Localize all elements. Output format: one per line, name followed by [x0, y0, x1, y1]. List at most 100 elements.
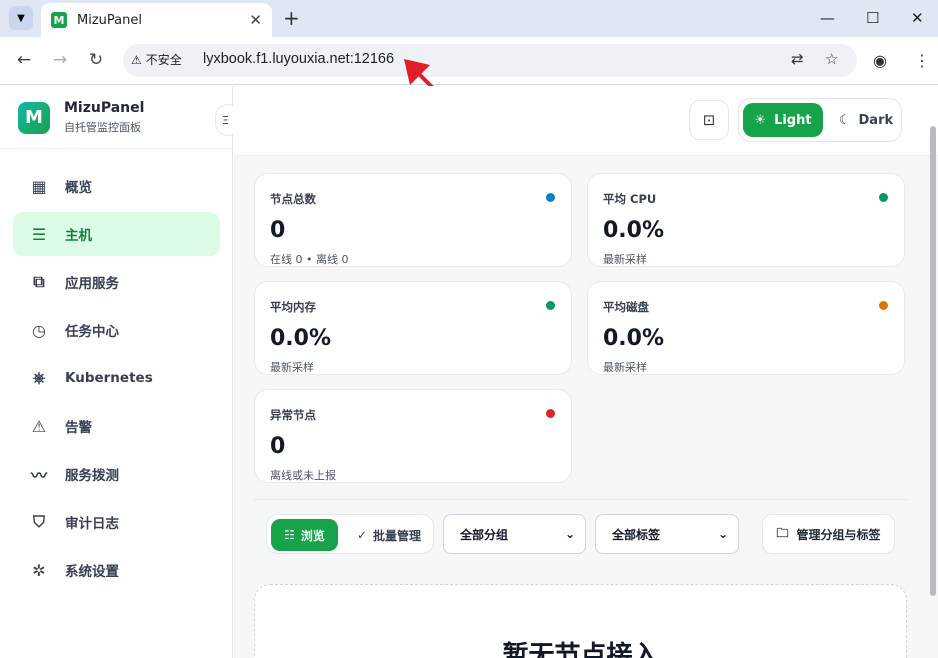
- card-subtitle: 最新采样: [603, 361, 647, 374]
- batch-label: 批量管理: [373, 528, 422, 543]
- card-title: 平均 CPU: [603, 192, 657, 206]
- theme-dark-label: Dark: [858, 112, 894, 128]
- sidebar-item-label: 主机: [65, 228, 92, 244]
- warning-icon: ⚠: [31, 416, 47, 436]
- sidebar-nav: ▦ 概览 ☰ 主机 ⧉ 应用服务 ◷ 任务中心 ⎈ Kubernetes ⚠ 告警 〰 服务拨…: [13, 164, 220, 596]
- translate-icon[interactable]: ⇄: [791, 50, 804, 68]
- reload-icon[interactable]: ↻: [85, 50, 107, 70]
- sidebar-divider: [0, 148, 233, 149]
- sidebar: M MizuPanel 自托管监控面板 Ξ ▦ 概览 ☰ 主机 ⧉ 应用服务 ◷ 任务中…: [0, 86, 241, 658]
- sidebar-item-app-services[interactable]: ⧉ 应用服务: [13, 260, 220, 304]
- security-indicator[interactable]: ⚠ 不安全: [131, 51, 182, 68]
- sidebar-item-overview[interactable]: ▦ 概览: [13, 164, 220, 208]
- group-select-value: 全部分组: [460, 527, 509, 542]
- status-dot: [546, 193, 555, 202]
- sidebar-item-label: 审计日志: [65, 516, 119, 532]
- scroll-thumb[interactable]: [930, 126, 936, 596]
- brand-subtitle: 自托管监控面板: [64, 121, 141, 134]
- status-dot: [546, 301, 555, 310]
- browser-tab-strip: ▼ M MizuPanel ✕ + — ☐ ✕: [0, 0, 938, 37]
- card-value: 0.0%: [603, 326, 665, 351]
- sidebar-item-hosts[interactable]: ☰ 主机: [13, 212, 220, 256]
- card-value: 0.0%: [603, 218, 665, 243]
- robot-icon: ⊡: [702, 111, 716, 129]
- tab-search-button[interactable]: ▼: [9, 6, 33, 30]
- tag-select[interactable]: 全部标签 ⌄: [595, 514, 739, 554]
- insecure-label: 不安全: [145, 53, 182, 67]
- pulse-icon: 〰: [30, 466, 47, 485]
- theme-light-button[interactable]: ☀ Light: [743, 103, 823, 137]
- theme-toggle: ☀ Light ☾ Dark: [738, 98, 902, 142]
- list-icon: ☷: [284, 528, 295, 542]
- status-dot: [879, 301, 888, 310]
- gear-icon: ✲: [32, 560, 46, 580]
- sun-icon: ☀: [754, 112, 767, 128]
- new-tab-button[interactable]: +: [283, 8, 300, 28]
- browse-mode-button[interactable]: ☷ 浏览: [271, 519, 338, 551]
- view-mode-toggle: ☷ 浏览 ✓ 批量管理: [266, 514, 434, 554]
- check-icon: ✓: [356, 528, 368, 542]
- sidebar-item-label: 系统设置: [65, 564, 119, 580]
- robot-button[interactable]: ⊡: [689, 100, 729, 140]
- moon-icon: ☾: [838, 112, 851, 128]
- sidebar-item-audit-log[interactable]: ⛉ 审计日志: [13, 500, 220, 544]
- bookmark-star-icon[interactable]: ☆: [825, 50, 838, 68]
- forward-icon[interactable]: →: [49, 50, 71, 70]
- host-toolbar: ☷ 浏览 ✓ 批量管理 全部分组 ⌄ 全部标签 ⌄ 🗀 管理分组与标签: [254, 513, 907, 557]
- section-divider: [254, 499, 907, 500]
- sidebar-item-alerts[interactable]: ⚠ 告警: [13, 404, 220, 448]
- group-select[interactable]: 全部分组 ⌄: [443, 514, 586, 554]
- mizupanel-favicon: M: [51, 12, 67, 28]
- status-dot: [546, 409, 555, 418]
- card-subtitle: 离线或未上报: [270, 469, 336, 482]
- card-title: 平均磁盘: [603, 300, 649, 314]
- close-icon[interactable]: ✕: [249, 11, 262, 29]
- card-value: 0.0%: [270, 326, 332, 351]
- theme-dark-button[interactable]: ☾ Dark: [831, 103, 901, 137]
- sidebar-item-label: Kubernetes: [65, 370, 153, 386]
- close-window-icon[interactable]: ✕: [911, 9, 924, 27]
- batch-mode-button[interactable]: ✓ 批量管理: [347, 519, 431, 551]
- tab-title: MizuPanel: [77, 12, 142, 28]
- mizupanel-logo-icon: M: [18, 101, 50, 134]
- stat-card-avg-memory: 平均内存 0.0% 最新采样: [254, 281, 572, 375]
- sidebar-item-settings[interactable]: ✲ 系统设置: [13, 548, 220, 592]
- address-bar-row: ← → ↻ ⚠ 不安全 lyxbook.f1.luyouxia.net:1216…: [0, 37, 938, 85]
- card-value: 0: [270, 218, 286, 243]
- omnibox[interactable]: ⚠ 不安全 lyxbook.f1.luyouxia.net:12166 ⇄ ☆: [123, 44, 857, 77]
- sidebar-item-probes[interactable]: 〰 服务拨测: [13, 452, 220, 496]
- url-text[interactable]: lyxbook.f1.luyouxia.net:12166: [203, 51, 394, 67]
- stat-card-total-nodes: 节点总数 0 在线 0 • 离线 0: [254, 173, 572, 267]
- folder-settings-icon: 🗀: [776, 525, 789, 540]
- warning-icon: ⚠: [131, 52, 142, 67]
- card-subtitle: 最新采样: [270, 361, 314, 374]
- brand-name: MizuPanel: [64, 100, 145, 116]
- card-title: 节点总数: [270, 192, 316, 206]
- scrollbar[interactable]: [929, 126, 937, 658]
- browse-label: 浏览: [300, 528, 325, 543]
- sidebar-item-task-center[interactable]: ◷ 任务中心: [13, 308, 220, 352]
- sidebar-item-label: 应用服务: [65, 276, 119, 292]
- chevron-down-icon: ⌄: [564, 527, 575, 541]
- menu-dots-icon[interactable]: ⋮: [914, 51, 930, 70]
- sidebar-item-label: 概览: [65, 180, 92, 196]
- stat-card-abnormal-nodes: 异常节点 0 离线或未上报: [254, 389, 572, 483]
- top-bar: ⊡ ☀ Light ☾ Dark: [234, 86, 938, 156]
- profile-icon[interactable]: ◉: [873, 51, 887, 70]
- sidebar-item-label: 告警: [65, 420, 92, 436]
- manage-groups-tags-button[interactable]: 🗀 管理分组与标签: [762, 514, 895, 554]
- grid-icon: ▦: [31, 176, 47, 196]
- shield-check-icon: ⛉: [32, 512, 45, 531]
- browser-tab[interactable]: M MizuPanel ✕: [41, 3, 272, 37]
- main-content: ⊡ ☀ Light ☾ Dark 节点总数 0 在线 0 • 离线 0 平均 CPU…: [234, 86, 938, 658]
- maximize-icon[interactable]: ☐: [866, 9, 879, 27]
- card-value: 0: [270, 434, 286, 459]
- brand[interactable]: M MizuPanel 自托管监控面板: [18, 100, 144, 135]
- empty-state-title: 暂无节点接入: [502, 641, 659, 658]
- apps-icon: ⧉: [33, 272, 45, 291]
- sidebar-item-kubernetes[interactable]: ⎈ Kubernetes: [13, 356, 220, 400]
- tag-select-value: 全部标签: [612, 527, 661, 542]
- minimize-icon[interactable]: —: [820, 9, 835, 27]
- stat-card-avg-cpu: 平均 CPU 0.0% 最新采样: [587, 173, 905, 267]
- back-icon[interactable]: ←: [13, 50, 35, 70]
